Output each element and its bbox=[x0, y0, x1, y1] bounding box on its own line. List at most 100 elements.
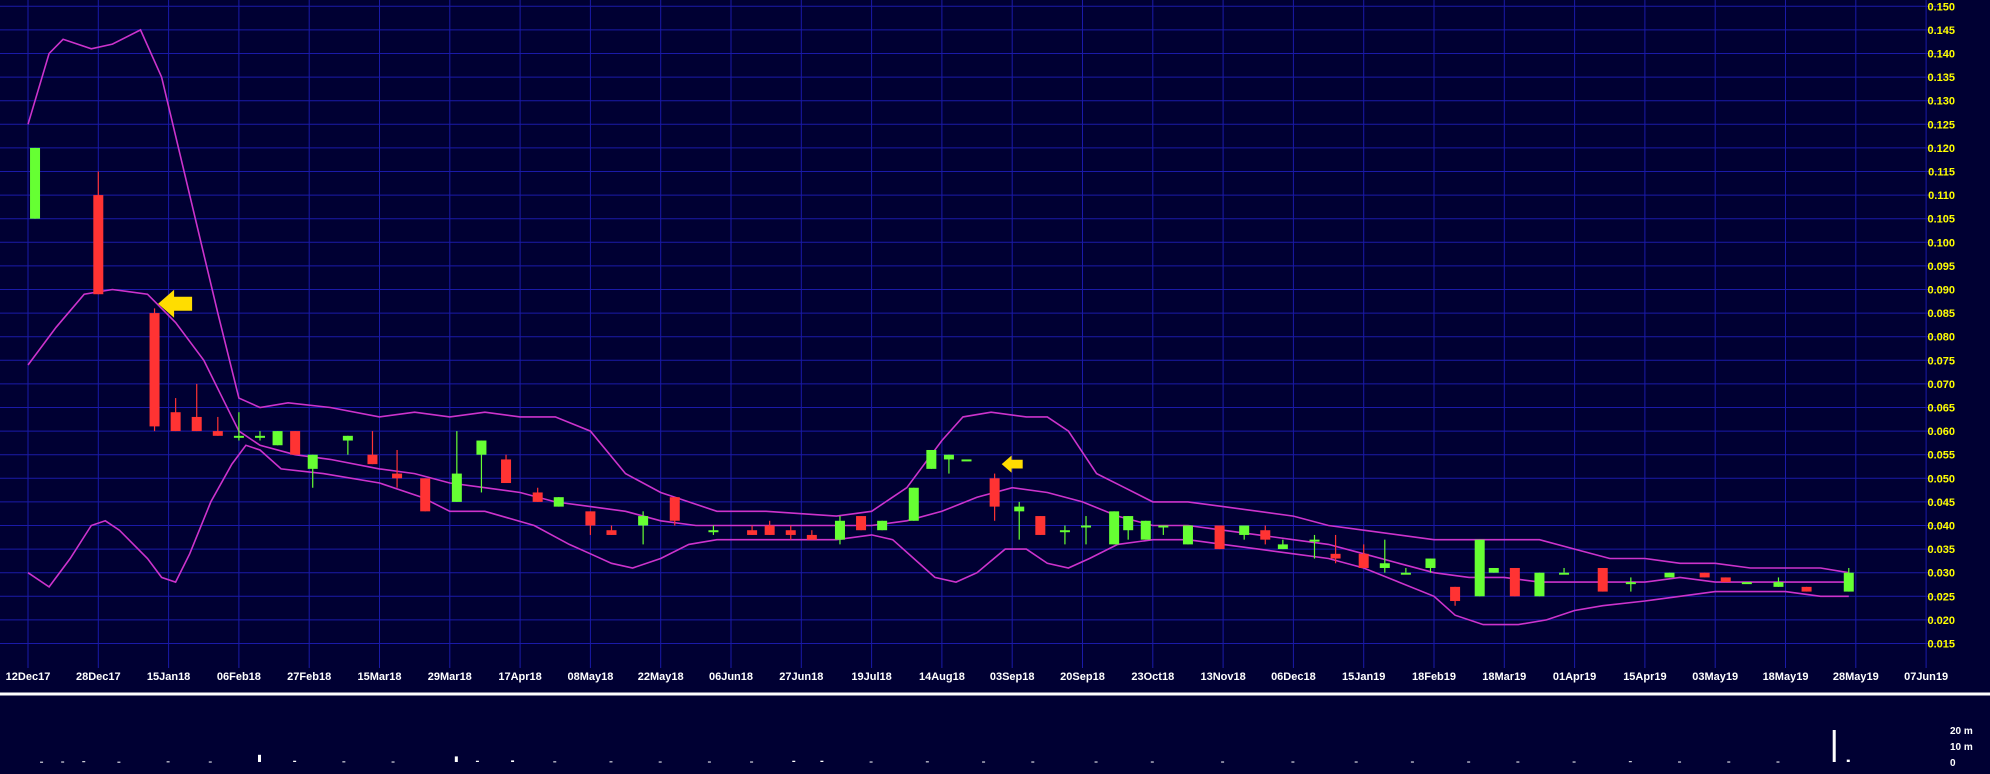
volume-tick-label: 20 m bbox=[1950, 726, 1973, 737]
candle-up bbox=[1474, 539, 1485, 597]
candle-body bbox=[290, 431, 301, 455]
candle-body bbox=[30, 147, 41, 219]
candle-body bbox=[961, 459, 972, 462]
volume-bar bbox=[1094, 761, 1098, 763]
price-chart: 0.015 0.020 0.025 0.030 0.035 0.040 0.045 0.050… bbox=[0, 0, 1990, 774]
candle-down bbox=[149, 308, 160, 432]
candle-body bbox=[272, 431, 283, 446]
candle-up bbox=[1534, 572, 1545, 597]
candle-up bbox=[1488, 567, 1499, 573]
x-tick-label: 27Feb18 bbox=[287, 671, 331, 683]
candle-body bbox=[1182, 525, 1193, 545]
y-tick-label: 0.035 bbox=[1927, 544, 1955, 556]
y-tick-label: 0.110 bbox=[1928, 190, 1955, 202]
volume-bar bbox=[1678, 761, 1682, 763]
candle-body bbox=[1140, 520, 1151, 540]
volume-bar bbox=[658, 761, 662, 763]
candle-body bbox=[367, 454, 378, 465]
x-tick-label: 03Sep18 bbox=[990, 671, 1035, 683]
candle-body bbox=[233, 435, 244, 438]
volume-bar bbox=[1628, 761, 1632, 763]
candle-body bbox=[669, 497, 680, 521]
candle-body bbox=[553, 497, 564, 507]
volume-bar bbox=[61, 761, 65, 763]
volume-bar bbox=[553, 761, 557, 763]
volume-bar bbox=[820, 760, 824, 762]
candle-down bbox=[1035, 516, 1046, 535]
candle-body bbox=[1801, 586, 1812, 592]
y-tick-label: 0.070 bbox=[1927, 379, 1955, 391]
x-tick-label: 14Aug18 bbox=[919, 671, 965, 683]
x-tick-label: 15Jan19 bbox=[1342, 671, 1385, 683]
volume-bar bbox=[1354, 761, 1358, 763]
candle-up bbox=[1182, 525, 1193, 545]
candle-body bbox=[149, 313, 160, 427]
candle-body bbox=[1843, 572, 1854, 592]
candle-body bbox=[1309, 539, 1320, 542]
x-tick-label: 20Sep18 bbox=[1060, 671, 1105, 683]
candle-body bbox=[1358, 553, 1369, 568]
volume-bar bbox=[869, 761, 873, 763]
candle-body bbox=[806, 534, 817, 540]
candle-up bbox=[1664, 572, 1675, 578]
candle-body bbox=[943, 454, 954, 460]
candle-down bbox=[1720, 577, 1731, 583]
volume-bar bbox=[208, 761, 212, 763]
candle-body bbox=[747, 530, 758, 535]
volume-bar bbox=[925, 761, 929, 763]
volume-bar bbox=[982, 761, 986, 763]
y-tick-label: 0.090 bbox=[1927, 285, 1955, 297]
candle-body bbox=[1260, 530, 1271, 540]
volume-bar bbox=[1291, 761, 1295, 763]
volume-bar bbox=[454, 756, 458, 762]
volume-bar bbox=[342, 761, 346, 763]
x-tick-label: 15Jan18 bbox=[147, 671, 190, 683]
x-tick-label: 19Jul18 bbox=[851, 671, 891, 683]
candle-body bbox=[476, 440, 487, 455]
candle-up bbox=[926, 449, 937, 469]
x-tick-label: 06Feb18 bbox=[217, 671, 261, 683]
candle-body bbox=[877, 520, 888, 531]
y-tick-label: 0.100 bbox=[1927, 237, 1955, 249]
candle-down bbox=[1597, 567, 1608, 592]
candle-down bbox=[420, 478, 431, 512]
y-tick-label: 0.065 bbox=[1927, 403, 1955, 415]
x-tick-label: 28May19 bbox=[1833, 671, 1879, 683]
candle-body bbox=[1400, 572, 1411, 575]
candle-body bbox=[638, 516, 649, 526]
candle-body bbox=[392, 473, 403, 479]
candle-body bbox=[420, 478, 431, 512]
y-tick-label: 0.020 bbox=[1927, 615, 1955, 627]
candle-up bbox=[961, 459, 972, 462]
candle-body bbox=[1664, 572, 1675, 578]
y-tick-label: 0.040 bbox=[1927, 521, 1955, 533]
x-tick-label: 18Mar19 bbox=[1482, 671, 1526, 683]
x-tick-label: 13Nov18 bbox=[1200, 671, 1245, 683]
y-tick-label: 0.030 bbox=[1927, 568, 1955, 580]
volume-tick-label: 0 bbox=[1950, 758, 1956, 769]
candle-body bbox=[1597, 567, 1608, 592]
candle-body bbox=[342, 435, 353, 441]
candle-up bbox=[877, 520, 888, 531]
candle-body bbox=[212, 431, 223, 436]
volume-bar bbox=[117, 761, 121, 763]
candle-body bbox=[926, 449, 937, 469]
candle-body bbox=[606, 530, 617, 535]
y-tick-label: 0.085 bbox=[1927, 308, 1955, 320]
candle-body bbox=[834, 520, 845, 540]
x-tick-label: 12Dec17 bbox=[6, 671, 51, 683]
volume-bar bbox=[792, 760, 796, 762]
candle-body bbox=[1081, 525, 1092, 528]
candle-up bbox=[1140, 520, 1151, 540]
candle-up bbox=[1741, 582, 1752, 585]
x-tick-label: 06Jun18 bbox=[709, 671, 753, 683]
candle-body bbox=[785, 530, 796, 535]
volume-bar bbox=[40, 761, 44, 763]
candle-body bbox=[1559, 572, 1570, 575]
candle-up bbox=[908, 487, 919, 521]
volume-tick-label: 10 m bbox=[1950, 742, 1973, 753]
candle-down bbox=[1801, 586, 1812, 592]
volume-bar bbox=[1031, 761, 1035, 763]
volume-bar bbox=[1221, 761, 1225, 763]
y-tick-label: 0.135 bbox=[1927, 72, 1955, 84]
